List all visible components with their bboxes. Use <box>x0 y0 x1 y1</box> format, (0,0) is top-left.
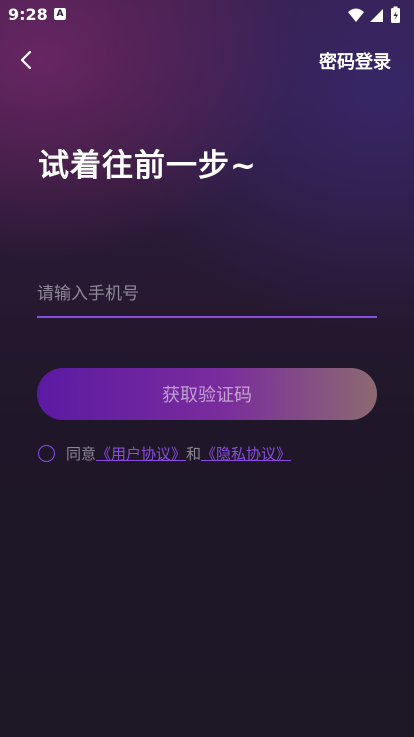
status-icons <box>348 6 400 23</box>
notification-icon: A <box>54 8 66 20</box>
wifi-icon <box>348 8 364 22</box>
user-agreement-link[interactable]: 《用户协议》 <box>96 445 186 463</box>
signal-icon <box>370 9 383 22</box>
get-code-button[interactable]: 获取验证码 <box>37 368 377 420</box>
agreement-row: 同意《用户协议》和《隐私协议》 <box>37 444 397 466</box>
agreement-prefix: 同意 <box>66 445 97 463</box>
status-time: 9:28 <box>8 5 48 24</box>
page-title: 试着往前一步~ <box>38 148 257 184</box>
battery-icon <box>391 6 400 23</box>
status-bar: 9:28 A <box>0 0 414 30</box>
password-login-link[interactable]: 密码登录 <box>319 48 391 74</box>
input-underline <box>37 316 377 318</box>
agreement-text: 同意《用户协议》和《隐私协议》 <box>66 444 291 464</box>
privacy-policy-link[interactable]: 《隐私协议》 <box>201 445 291 463</box>
back-button[interactable] <box>14 46 42 74</box>
chevron-left-icon <box>20 50 32 70</box>
agreement-radio[interactable] <box>38 445 55 462</box>
agreement-conjunction: 和 <box>186 445 202 463</box>
phone-input[interactable] <box>37 272 377 316</box>
